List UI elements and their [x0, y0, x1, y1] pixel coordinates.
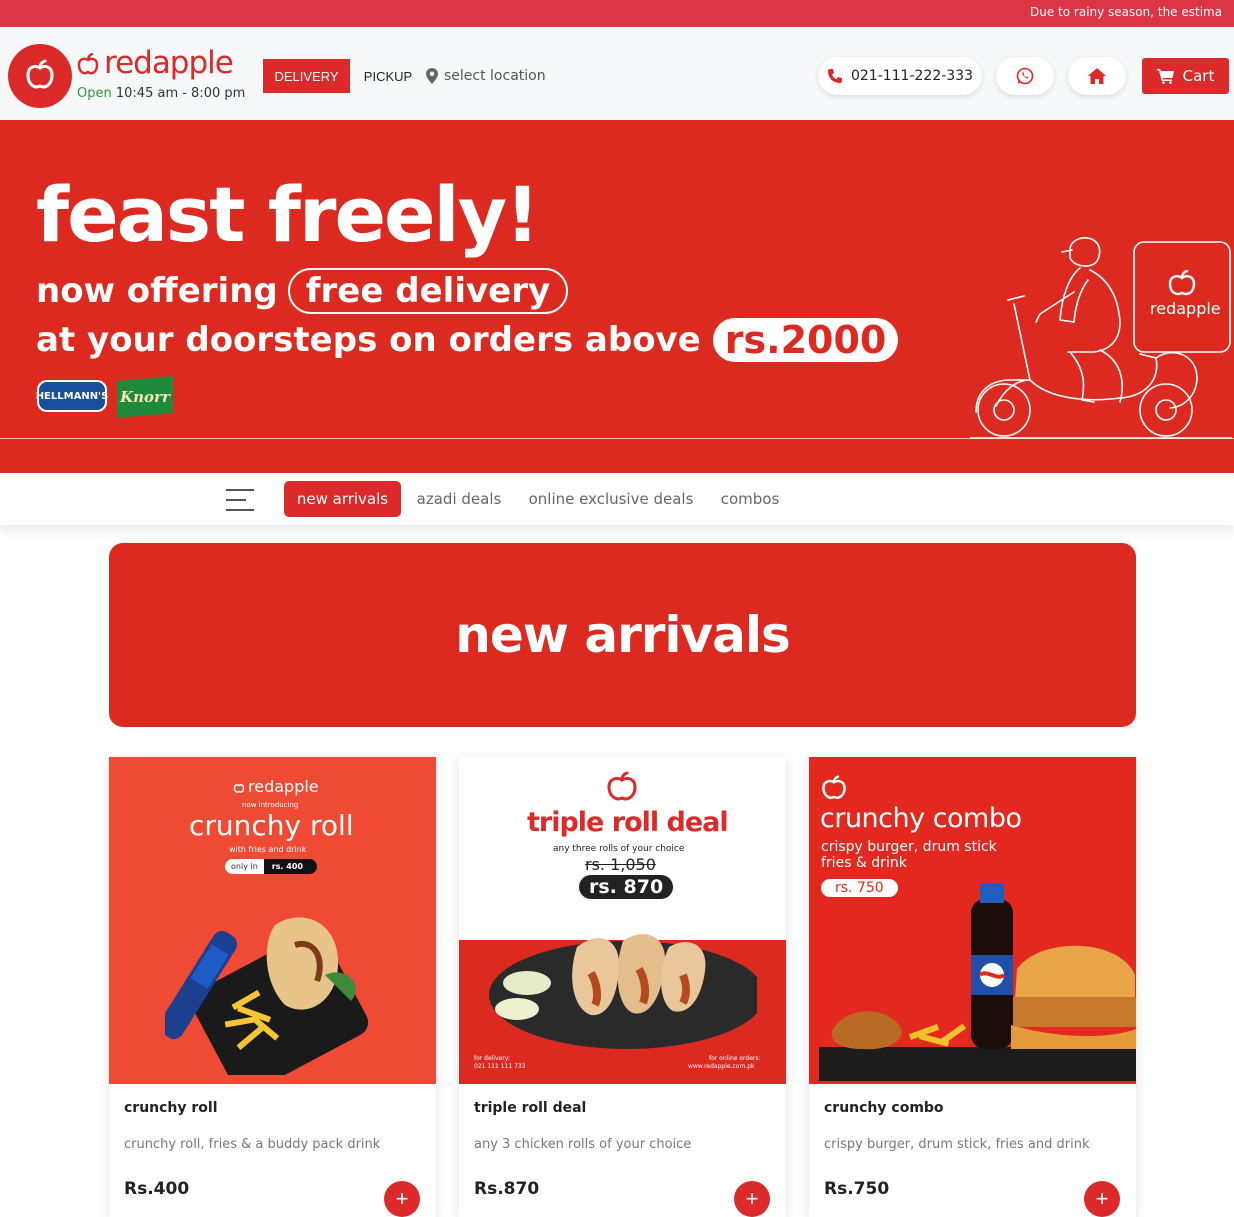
product-name: crunchy roll: [124, 1100, 218, 1116]
image-delivery-number: 021 111 111 733: [474, 1063, 526, 1070]
location-selector[interactable]: select location: [426, 66, 546, 86]
product-card[interactable]: crunchy combo crispy burger, drum stick …: [809, 757, 1136, 1217]
section-title: new arrivals: [455, 606, 791, 664]
free-delivery-pill: free delivery: [287, 268, 569, 314]
home-icon: [1088, 68, 1106, 84]
knorr-logo: Knorr: [117, 376, 173, 418]
product-card[interactable]: redapple now introducing crunchy roll wi…: [109, 757, 436, 1217]
product-image[interactable]: crunchy combo crispy burger, drum stick …: [809, 757, 1136, 1084]
phone-number: 021-111-222-333: [850, 68, 974, 84]
image-title: triple roll deal: [527, 807, 729, 838]
apple-icon: [607, 771, 637, 801]
image-online-url: www.redapple.com.pk: [688, 1063, 755, 1070]
brand-wordmark[interactable]: redapple: [76, 45, 234, 81]
section-banner: new arrivals: [109, 543, 1136, 727]
tab-new-arrivals[interactable]: new arrivals: [284, 481, 401, 517]
phone-icon: [827, 69, 842, 83]
min-order-price: rs.2000: [712, 318, 899, 362]
hero-line-2-text: now offering: [36, 271, 278, 311]
product-description: any 3 chicken rolls of your choice: [474, 1137, 692, 1152]
product-price: Rs.400: [124, 1179, 190, 1199]
scooter-box-brand: redapple: [1150, 299, 1221, 318]
cart-icon: [1156, 69, 1174, 84]
image-online-label: for online orders:: [709, 1055, 761, 1062]
delivery-button[interactable]: DELIVERY: [263, 59, 350, 93]
hero-headline: feast freely!: [36, 170, 540, 259]
apple-icon: [233, 783, 245, 793]
opening-hours: Open 10:45 am - 8:00 pm: [77, 86, 245, 101]
hellmanns-logo: HELLMANN'S: [36, 380, 108, 412]
add-to-cart-button[interactable]: +: [734, 1181, 770, 1217]
image-kicker: now introducing: [242, 801, 299, 809]
crunchy-combo-photo: [819, 883, 1136, 1081]
category-nav: new arrivals azadi deals online exclusiv…: [0, 473, 1234, 525]
open-status: Open: [77, 86, 112, 101]
hero-line-2: now offering free delivery: [36, 268, 569, 314]
image-brand: redapple: [233, 777, 319, 796]
image-price-tag: only in rs. 400: [225, 858, 317, 874]
product-name: triple roll deal: [474, 1100, 587, 1116]
add-to-cart-button[interactable]: +: [384, 1181, 420, 1217]
image-only-in: only in: [225, 858, 264, 874]
announcement-bar: Due to rainy season, the estima: [0, 0, 1234, 27]
image-brand-text: redapple: [248, 777, 319, 796]
product-image[interactable]: triple roll deal any three rolls of your…: [459, 757, 786, 1084]
product-description: crispy burger, drum stick, fries and dri…: [824, 1137, 1090, 1152]
pickup-button[interactable]: PICKUP: [356, 59, 420, 93]
add-to-cart-button[interactable]: +: [1084, 1181, 1120, 1217]
image-subtitle-1: crispy burger, drum stick: [821, 839, 997, 855]
site-header: redapple Open 10:45 am - 8:00 pm DELIVER…: [0, 27, 1234, 120]
image-title: crunchy combo: [820, 803, 1022, 834]
location-label: select location: [444, 68, 546, 84]
hero-line-3-text: at your doorsteps on orders above: [36, 320, 701, 360]
cart-button[interactable]: Cart: [1142, 58, 1229, 94]
brand-name: redapple: [104, 45, 234, 81]
menu-icon[interactable]: [226, 489, 256, 511]
image-subtitle: with fries and drink: [229, 845, 307, 854]
triple-roll-photo: [489, 934, 757, 1049]
product-price: Rs.870: [474, 1179, 540, 1199]
image-price: rs. 870: [579, 875, 674, 899]
image-title: crunchy roll: [189, 809, 354, 842]
image-subtitle: any three rolls of your choice: [553, 844, 685, 854]
image-price: rs. 400: [263, 858, 317, 874]
phone-button[interactable]: 021-111-222-333: [818, 57, 982, 95]
product-name: crunchy combo: [824, 1100, 944, 1116]
image-delivery-label: for delivery:: [474, 1055, 510, 1062]
scooter-rider-illustration: redapple: [970, 237, 1232, 439]
product-description: crunchy roll, fries & a buddy pack drink: [124, 1137, 381, 1152]
tab-online-exclusive-deals[interactable]: online exclusive deals: [524, 481, 698, 517]
hero-banner[interactable]: feast freely! now offering free delivery…: [0, 120, 1234, 473]
apple-icon: [26, 59, 54, 89]
logo[interactable]: [8, 44, 72, 108]
hero-line-3: at your doorsteps on orders above rs.200…: [36, 318, 899, 362]
tab-combos[interactable]: combos: [714, 481, 786, 517]
image-old-price: rs. 1,050: [585, 855, 656, 874]
apple-icon: [77, 52, 99, 74]
announcement-text: Due to rainy season, the estima: [1030, 5, 1223, 19]
home-button[interactable]: [1068, 57, 1126, 95]
tab-azadi-deals[interactable]: azadi deals: [410, 481, 508, 517]
apple-icon: [822, 775, 846, 799]
product-image[interactable]: redapple now introducing crunchy roll wi…: [109, 757, 436, 1084]
crunchy-roll-photo: [165, 917, 369, 1075]
hours-text: 10:45 am - 8:00 pm: [115, 86, 246, 101]
whatsapp-icon: [1016, 67, 1034, 85]
map-pin-icon: [426, 68, 438, 84]
whatsapp-button[interactable]: [996, 57, 1054, 95]
image-subtitle-2: fries & drink: [821, 855, 907, 871]
product-price: Rs.750: [824, 1179, 890, 1199]
product-card[interactable]: triple roll deal any three rolls of your…: [459, 757, 786, 1217]
cart-label: Cart: [1182, 67, 1215, 85]
